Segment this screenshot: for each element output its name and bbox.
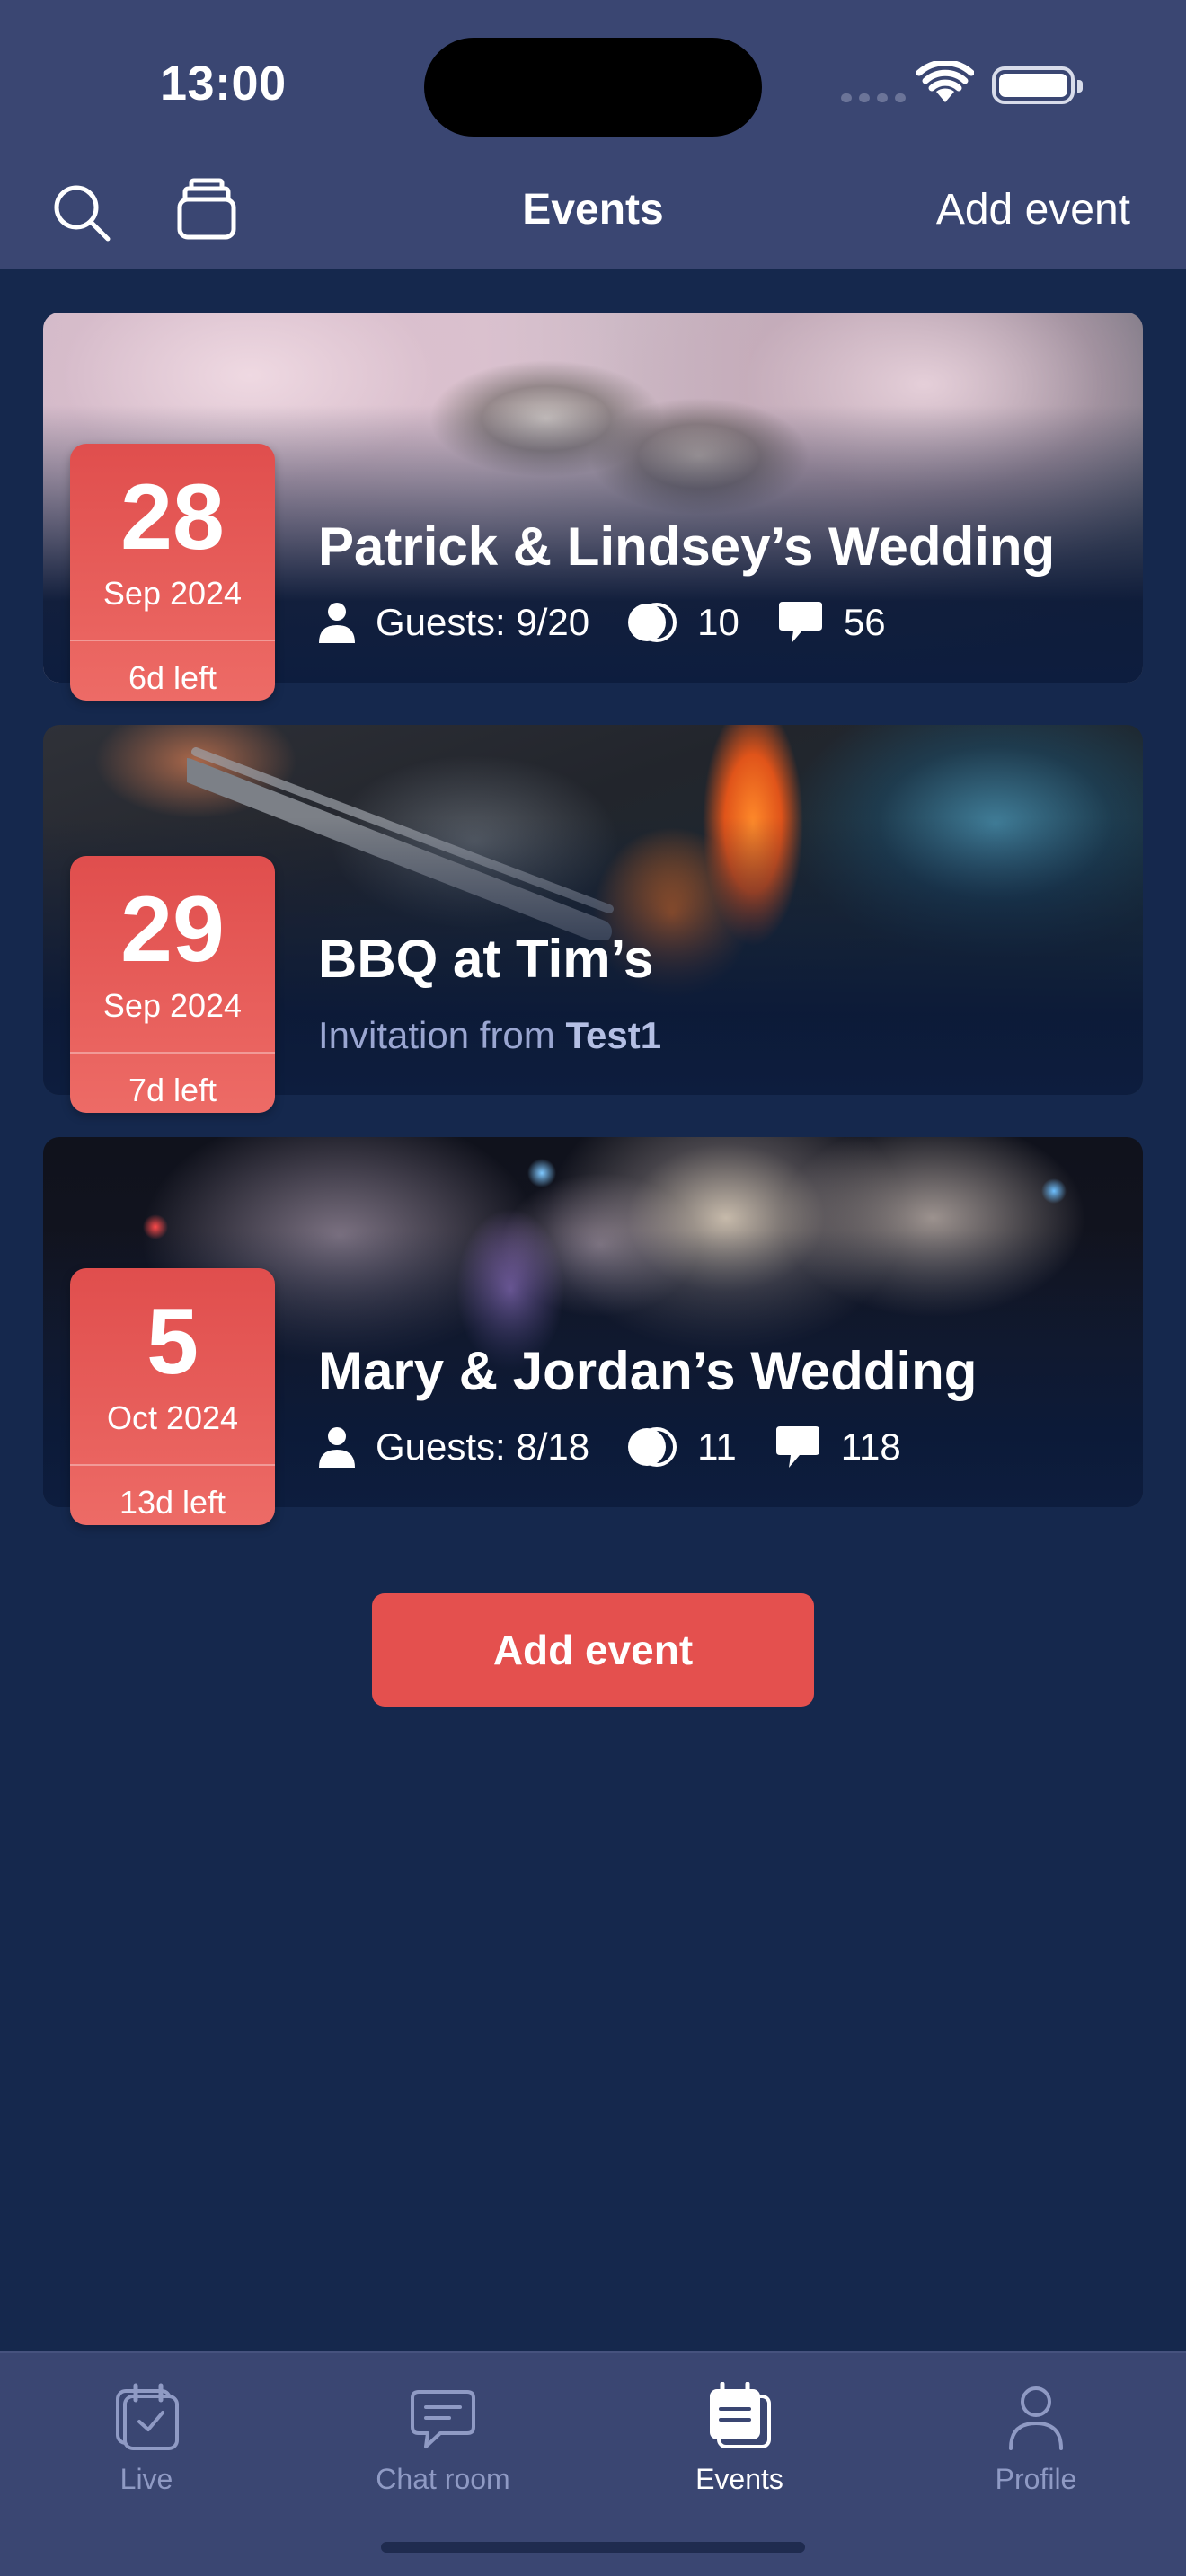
person-icon: [319, 1427, 355, 1468]
tab-label: Profile: [995, 2463, 1077, 2495]
cellular-signal-icon: [841, 93, 906, 102]
comment-count: 118: [840, 1425, 901, 1468]
invitation-sender: Test1: [565, 1014, 662, 1056]
rsvp-count: 11: [697, 1425, 737, 1468]
invitation-text: Invitation from Test1: [318, 1014, 661, 1057]
tab-chat-room[interactable]: Chat room: [326, 2369, 560, 2496]
date-badge: 5 Oct 2024 13d left: [70, 1268, 275, 1525]
rsvp-toggle-icon: [628, 603, 677, 642]
date-day: 5: [146, 1290, 199, 1394]
tab-events[interactable]: Events: [623, 2369, 856, 2496]
tab-label: Live: [119, 2463, 173, 2495]
events-icon: [710, 2382, 771, 2448]
rsvp-count: 10: [697, 601, 739, 643]
date-day: 29: [120, 878, 225, 982]
event-stats: Guests: 9/20 10 56: [318, 600, 886, 645]
person-icon: [1009, 2386, 1063, 2450]
comment-icon: [778, 602, 822, 643]
date-badge: 29 Sep 2024 7d left: [70, 856, 275, 1113]
tab-live[interactable]: Live: [30, 2369, 263, 2496]
event-title: Patrick & Lindsey’s Wedding: [318, 516, 1056, 577]
event-title: Mary & Jordan’s Wedding: [318, 1341, 978, 1401]
chat-bubble-icon: [411, 2390, 475, 2448]
date-badge: 28 Sep 2024 6d left: [70, 444, 275, 701]
event-card[interactable]: Patrick & Lindsey’s Wedding Guests: 9/20…: [43, 313, 1143, 701]
tab-profile[interactable]: Profile: [919, 2369, 1153, 2496]
dynamic-island: [424, 38, 762, 137]
event-stats: Guests: 8/18 11 118: [318, 1425, 901, 1469]
date-month-year: Oct 2024: [106, 1399, 239, 1436]
days-left: 7d left: [128, 1072, 217, 1108]
tab-label: Events: [695, 2463, 783, 2495]
wifi-icon: [916, 61, 974, 102]
comment-count: 56: [843, 601, 886, 643]
add-event-button[interactable]: Add event: [372, 1593, 814, 1707]
home-indicator: [381, 2542, 805, 2553]
person-icon: [319, 603, 355, 643]
status-time: 13:00: [160, 57, 287, 110]
events-screen: 13:00 Events Add event Patrick & Lindsey…: [0, 0, 1186, 2576]
date-month-year: Sep 2024: [102, 575, 243, 612]
add-event-link[interactable]: Add event: [936, 185, 1130, 234]
event-title: BBQ at Tim’s: [318, 929, 654, 989]
date-day: 28: [120, 465, 225, 569]
event-card[interactable]: Mary & Jordan’s Wedding Guests: 8/18 11 …: [43, 1137, 1143, 1525]
days-left: 13d left: [119, 1484, 226, 1521]
comment-icon: [775, 1426, 819, 1468]
rsvp-toggle-icon: [628, 1427, 677, 1467]
guest-count: Guests: 8/18: [376, 1425, 590, 1468]
event-card[interactable]: BBQ at Tim’s Invitation from Test1 29 Se…: [43, 725, 1143, 1113]
tab-label: Chat room: [376, 2463, 510, 2495]
days-left: 6d left: [128, 659, 217, 696]
battery-icon: [992, 66, 1083, 104]
top-bar: 13:00 Events Add event: [0, 0, 1186, 269]
calendar-check-icon: [116, 2383, 179, 2450]
date-month-year: Sep 2024: [102, 987, 243, 1024]
invitation-prefix: Invitation from: [318, 1014, 555, 1056]
guest-count: Guests: 9/20: [376, 601, 590, 643]
